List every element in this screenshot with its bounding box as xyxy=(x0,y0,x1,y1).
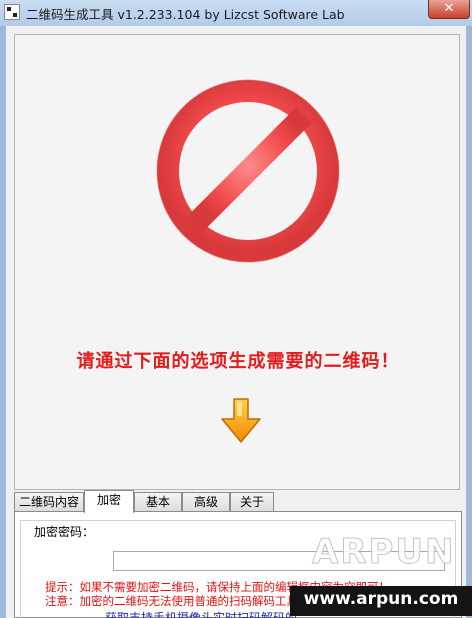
tab-basic[interactable]: 基本 xyxy=(134,492,182,512)
window-title: 二维码生成工具 v1.2.233.104 by Lizcst Software … xyxy=(26,7,345,22)
watermark-brand: ARPUN xyxy=(311,532,456,573)
download-link[interactable]: 获取支持手机摄像头实时扫码解码的 xyxy=(105,609,297,618)
password-group-title: 加密密码： xyxy=(31,523,98,540)
forbidden-icon xyxy=(156,79,340,263)
tab-about[interactable]: 关于 xyxy=(230,492,274,512)
down-arrow-icon xyxy=(221,398,261,443)
app-window: 二维码生成工具 v1.2.233.104 by Lizcst Software … xyxy=(0,0,472,618)
watermark-bar: www.arpun.com xyxy=(290,586,472,616)
title-bar[interactable]: 二维码生成工具 v1.2.233.104 by Lizcst Software … xyxy=(0,0,472,26)
qr-app-icon xyxy=(4,4,20,20)
tab-encrypt[interactable]: 加密 xyxy=(84,490,134,513)
instruction-message: 请通过下面的选项生成需要的二维码！ xyxy=(76,351,400,372)
close-button[interactable]: ✕ xyxy=(428,0,470,19)
tab-advanced[interactable]: 高级 xyxy=(182,492,230,512)
qr-display-area: 请通过下面的选项生成需要的二维码！ xyxy=(14,34,460,490)
client-area: 请通过下面的选项生成需要的二维码！ 二维码内容 加密 基本 高级 关于 加密密码… xyxy=(6,26,466,618)
tab-qr-content[interactable]: 二维码内容 xyxy=(14,492,84,512)
watermark-url: www.arpun.com xyxy=(303,589,459,609)
